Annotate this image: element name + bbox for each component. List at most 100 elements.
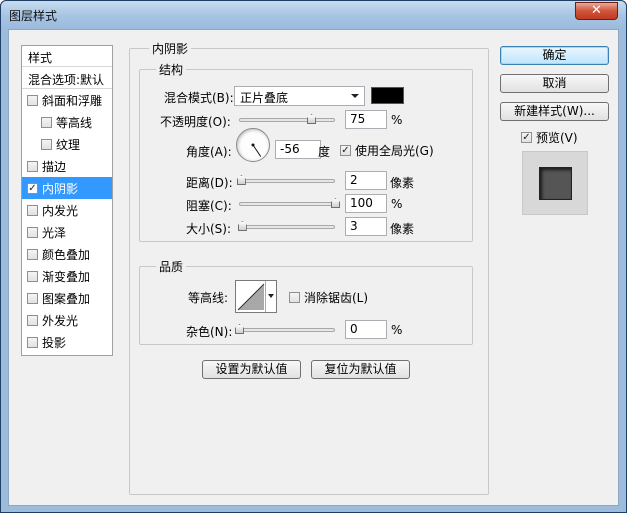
style-item-label: 描边 <box>42 159 67 174</box>
blend-mode-value: 正片叠底 <box>240 91 289 105</box>
layer-style-dialog: 图层样式 ✕ 样式 混合选项:默认 斜面和浮雕等高线纹理描边 ✓ 内阴影内发光光泽颜… <box>0 0 627 513</box>
style-item[interactable]: 等高线 <box>22 111 112 133</box>
checkbox-icon[interactable] <box>27 94 38 106</box>
cancel-button[interactable]: 取消 <box>500 74 609 93</box>
opacity-slider-thumb[interactable] <box>307 114 316 124</box>
blend-options-item[interactable]: 混合选项:默认 <box>22 67 112 89</box>
choke-slider-thumb[interactable] <box>331 198 340 208</box>
distance-slider-track[interactable] <box>239 179 335 183</box>
style-item[interactable]: 图案叠加 <box>22 287 112 309</box>
quality-group: 品质 等高线: 消除锯齿(L) 杂色(N): 0 % <box>139 258 473 345</box>
style-item-label: 等高线 <box>56 115 93 130</box>
choke-input[interactable]: 100 <box>345 194 387 213</box>
ok-button[interactable]: 确定 <box>500 46 609 65</box>
angle-dial[interactable] <box>236 128 270 162</box>
global-light-label: 使用全局光(G) <box>355 144 434 158</box>
style-item-label: 光泽 <box>42 225 67 240</box>
chevron-down-icon <box>351 94 359 98</box>
style-item[interactable]: 斜面和浮雕 <box>22 89 112 111</box>
preview-checkbox[interactable]: ✓ 预览(V) <box>521 129 578 146</box>
size-input[interactable]: 3 <box>345 217 387 236</box>
opacity-unit: % <box>391 113 403 127</box>
anti-alias-checkbox[interactable]: 消除锯齿(L) <box>289 289 368 306</box>
style-item-label: 纹理 <box>56 137 81 152</box>
style-item-label: 内发光 <box>42 203 79 218</box>
reset-default-button[interactable]: 复位为默认值 <box>311 360 410 379</box>
noise-label: 杂色(N): <box>186 325 233 339</box>
checkbox-icon[interactable]: ✓ <box>27 182 38 194</box>
style-item[interactable]: 外发光 <box>22 309 112 331</box>
checkbox-icon[interactable] <box>27 160 38 172</box>
style-item[interactable]: 纹理 <box>22 133 112 155</box>
structure-group: 结构 混合模式(B): 正片叠底 不透明度(O): 75 % 角度(A): -5… <box>139 61 473 242</box>
size-slider-thumb[interactable] <box>237 221 247 231</box>
style-item[interactable]: 描边 <box>22 155 112 177</box>
shadow-color-swatch[interactable] <box>371 87 404 104</box>
title-bar[interactable]: 图层样式 ✕ <box>1 1 626 29</box>
checkbox-icon[interactable] <box>27 292 38 304</box>
preview-label: 预览(V) <box>536 131 578 145</box>
global-light-check-icon: ✓ <box>340 145 351 156</box>
checkbox-icon[interactable] <box>27 248 38 260</box>
checkbox-icon[interactable] <box>41 116 52 128</box>
size-label: 大小(S): <box>186 222 232 236</box>
style-item-label: 投影 <box>42 335 67 350</box>
checkbox-icon[interactable] <box>27 226 38 238</box>
chevron-down-icon <box>268 294 274 298</box>
opacity-slider-track[interactable] <box>239 118 335 122</box>
inner-shadow-title: 内阴影 <box>149 40 192 57</box>
noise-slider-track[interactable] <box>239 328 335 332</box>
style-item[interactable]: 渐变叠加 <box>22 265 112 287</box>
quality-title: 品质 <box>156 258 187 275</box>
checkbox-icon[interactable] <box>27 204 38 216</box>
blend-mode-select[interactable]: 正片叠底 <box>234 86 365 106</box>
style-item[interactable]: 投影 <box>22 331 112 353</box>
choke-label: 阻塞(C): <box>186 199 232 213</box>
close-button[interactable]: ✕ <box>575 2 618 20</box>
blend-mode-label: 混合模式(B): <box>164 91 234 105</box>
preview-box <box>522 151 588 215</box>
contour-dropdown[interactable] <box>265 281 276 312</box>
preview-check-icon: ✓ <box>521 132 532 143</box>
style-items: 斜面和浮雕等高线纹理描边 ✓ 内阴影内发光光泽颜色叠加渐变叠加图案叠加外发光投影 <box>22 89 112 353</box>
checkbox-icon[interactable] <box>41 138 52 150</box>
angle-input[interactable]: -56 <box>275 140 321 159</box>
global-light-checkbox[interactable]: ✓ 使用全局光(G) <box>340 142 434 159</box>
contour-linear-icon <box>237 283 265 311</box>
contour-label: 等高线: <box>188 291 229 305</box>
size-unit: 像素 <box>390 222 415 236</box>
inner-shadow-group: 内阴影 结构 混合模式(B): 正片叠底 不透明度(O): 75 % 角度(A)… <box>129 40 489 495</box>
checkbox-icon[interactable] <box>27 270 38 282</box>
noise-input[interactable]: 0 <box>345 320 387 339</box>
style-item[interactable]: 颜色叠加 <box>22 243 112 265</box>
anti-alias-check-icon <box>289 292 300 303</box>
checkbox-icon[interactable] <box>27 314 38 326</box>
choke-slider-track[interactable] <box>239 202 335 206</box>
set-default-button[interactable]: 设置为默认值 <box>202 360 301 379</box>
style-item-label: 斜面和浮雕 <box>42 93 103 108</box>
style-item[interactable]: 光泽 <box>22 221 112 243</box>
style-item-label: 颜色叠加 <box>42 247 91 262</box>
contour-picker[interactable] <box>235 280 277 313</box>
style-item-label: 渐变叠加 <box>42 269 91 284</box>
opacity-input[interactable]: 75 <box>345 110 387 129</box>
angle-needle-icon <box>251 143 262 157</box>
size-slider-track[interactable] <box>239 225 335 229</box>
dialog-body: 样式 混合选项:默认 斜面和浮雕等高线纹理描边 ✓ 内阴影内发光光泽颜色叠加渐变叠加… <box>8 29 619 506</box>
style-item-label: 内阴影 <box>42 181 79 196</box>
preview-swatch <box>539 167 572 200</box>
styles-header[interactable]: 样式 <box>22 46 112 67</box>
distance-input[interactable]: 2 <box>345 171 387 190</box>
checkbox-icon[interactable] <box>27 336 38 348</box>
distance-unit: 像素 <box>390 176 415 190</box>
noise-slider-thumb[interactable] <box>235 324 244 334</box>
angle-label: 角度(A): <box>186 145 232 159</box>
new-style-button[interactable]: 新建样式(W)... <box>500 102 609 121</box>
style-item[interactable]: 内发光 <box>22 199 112 221</box>
style-item[interactable]: ✓ 内阴影 <box>22 177 112 199</box>
style-item-label: 图案叠加 <box>42 291 91 306</box>
anti-alias-label: 消除锯齿(L) <box>304 291 369 305</box>
style-item-label: 外发光 <box>42 313 79 328</box>
angle-unit: 度 <box>318 145 331 159</box>
distance-slider-thumb[interactable] <box>236 175 246 185</box>
